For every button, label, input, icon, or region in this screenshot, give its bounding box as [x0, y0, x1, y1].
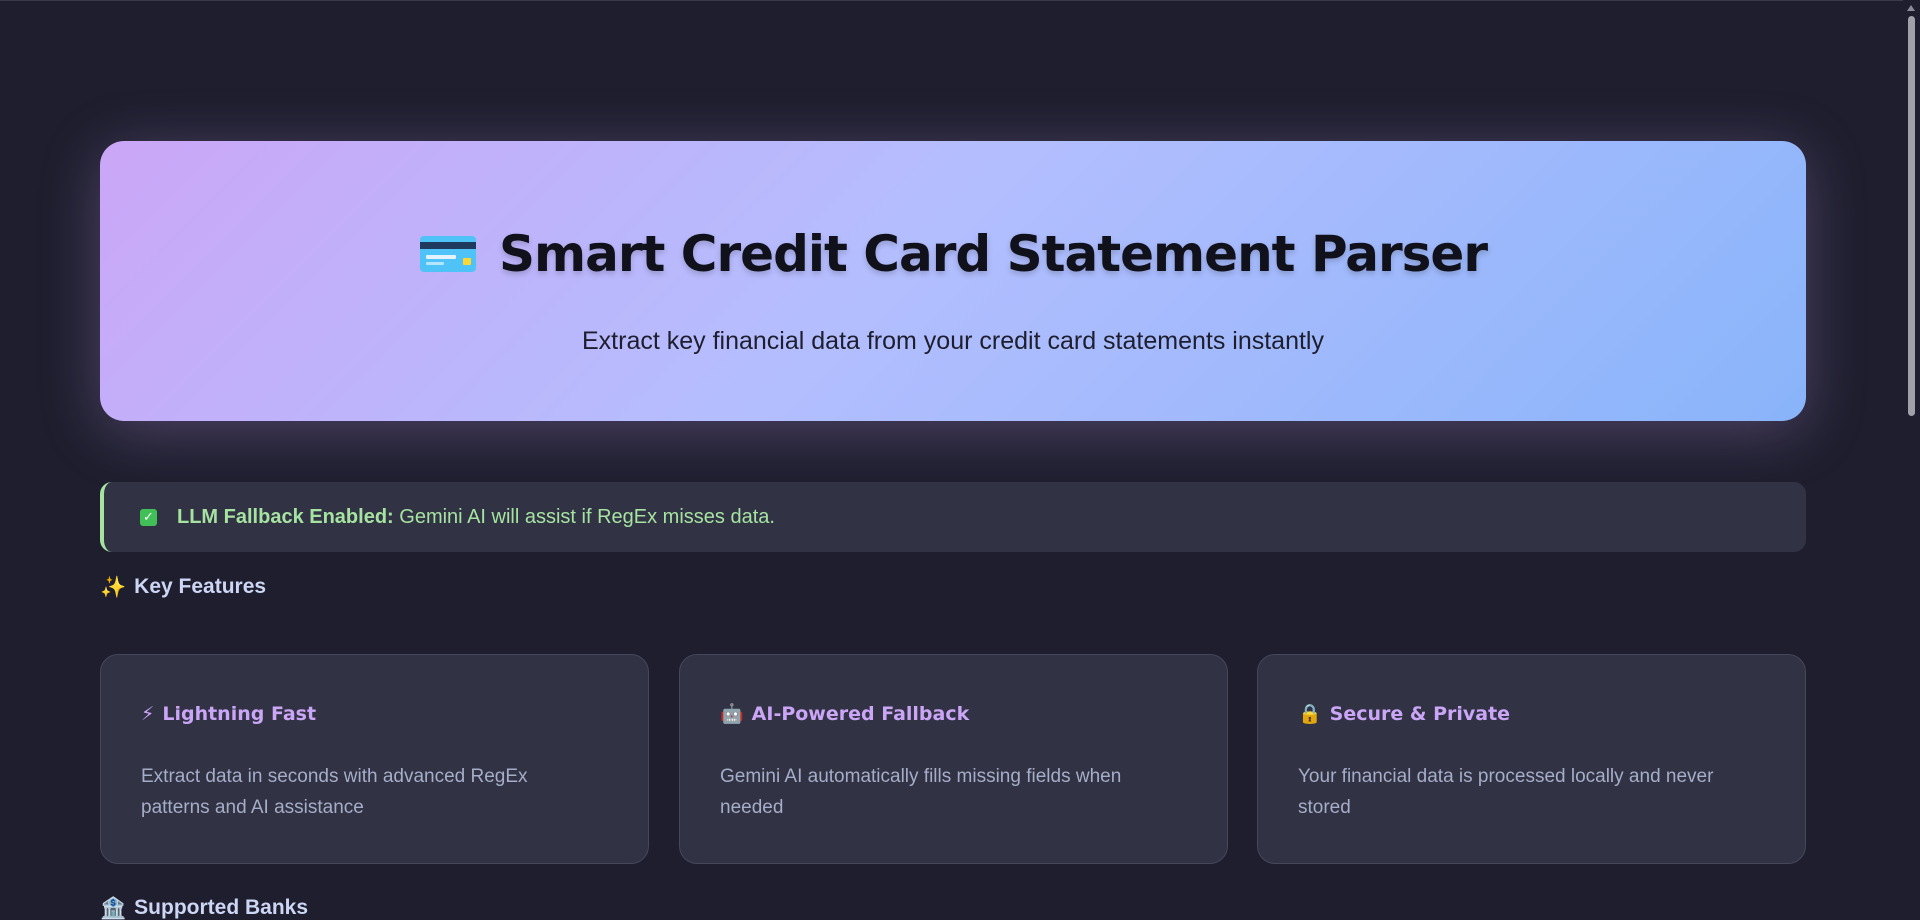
vertical-scrollbar[interactable]	[1903, 0, 1920, 912]
feature-card-secure-private: 🔒 Secure & Private Your financial data i…	[1257, 654, 1806, 864]
bank-icon: 🏦	[100, 896, 127, 920]
supported-banks-heading: 🏦 Supported Banks	[100, 896, 308, 920]
llm-fallback-alert: ✓ LLM Fallback Enabled: Gemini AI will a…	[100, 482, 1806, 552]
feature-card-ai-powered-fallback: 🤖 AI-Powered Fallback Gemini AI automati…	[679, 654, 1228, 864]
alert-label: LLM Fallback Enabled:	[177, 505, 394, 528]
main-content: Smart Credit Card Statement Parser Extra…	[100, 141, 1806, 919]
credit-card-icon	[419, 236, 476, 272]
feature-title-row: 🤖 AI-Powered Fallback	[720, 703, 969, 725]
key-features-heading: ✨ Key Features	[100, 575, 266, 599]
alert-text: LLM Fallback Enabled: Gemini AI will ass…	[177, 506, 775, 529]
feature-description: Gemini AI automatically fills missing fi…	[720, 766, 1122, 818]
scroll-up-arrow-icon[interactable]	[1907, 5, 1915, 11]
feature-cards: ⚡ Lightning Fast Extract data in seconds…	[100, 654, 1806, 864]
feature-description: Your financial data is processed locally…	[1298, 766, 1714, 818]
feature-card-lightning-fast: ⚡ Lightning Fast Extract data in seconds…	[100, 654, 649, 864]
top-border	[0, 0, 1920, 1]
feature-title: Lightning Fast	[162, 703, 317, 725]
feature-title-row: 🔒 Secure & Private	[1298, 703, 1510, 725]
lightning-icon: ⚡	[141, 702, 155, 725]
feature-title: AI-Powered Fallback	[751, 703, 970, 725]
checkbox-checked-icon: ✓	[140, 508, 157, 526]
alert-message: Gemini AI will assist if RegEx misses da…	[399, 505, 775, 528]
page-title: Smart Credit Card Statement Parser	[498, 225, 1488, 283]
key-features-title: Key Features	[134, 575, 267, 598]
sparkles-icon: ✨	[100, 575, 127, 599]
feature-title: Secure & Private	[1329, 703, 1511, 725]
supported-banks-title: Supported Banks	[134, 896, 309, 919]
feature-description: Extract data in seconds with advanced Re…	[141, 766, 528, 818]
lock-icon: 🔒	[1298, 702, 1322, 725]
hero-banner: Smart Credit Card Statement Parser Extra…	[100, 141, 1806, 421]
page-subtitle: Extract key financial data from your cre…	[582, 327, 1324, 355]
page-title-row: Smart Credit Card Statement Parser	[100, 225, 1806, 283]
scrollbar-thumb[interactable]	[1908, 16, 1915, 416]
feature-title-row: ⚡ Lightning Fast	[141, 703, 316, 725]
robot-icon: 🤖	[720, 702, 744, 725]
